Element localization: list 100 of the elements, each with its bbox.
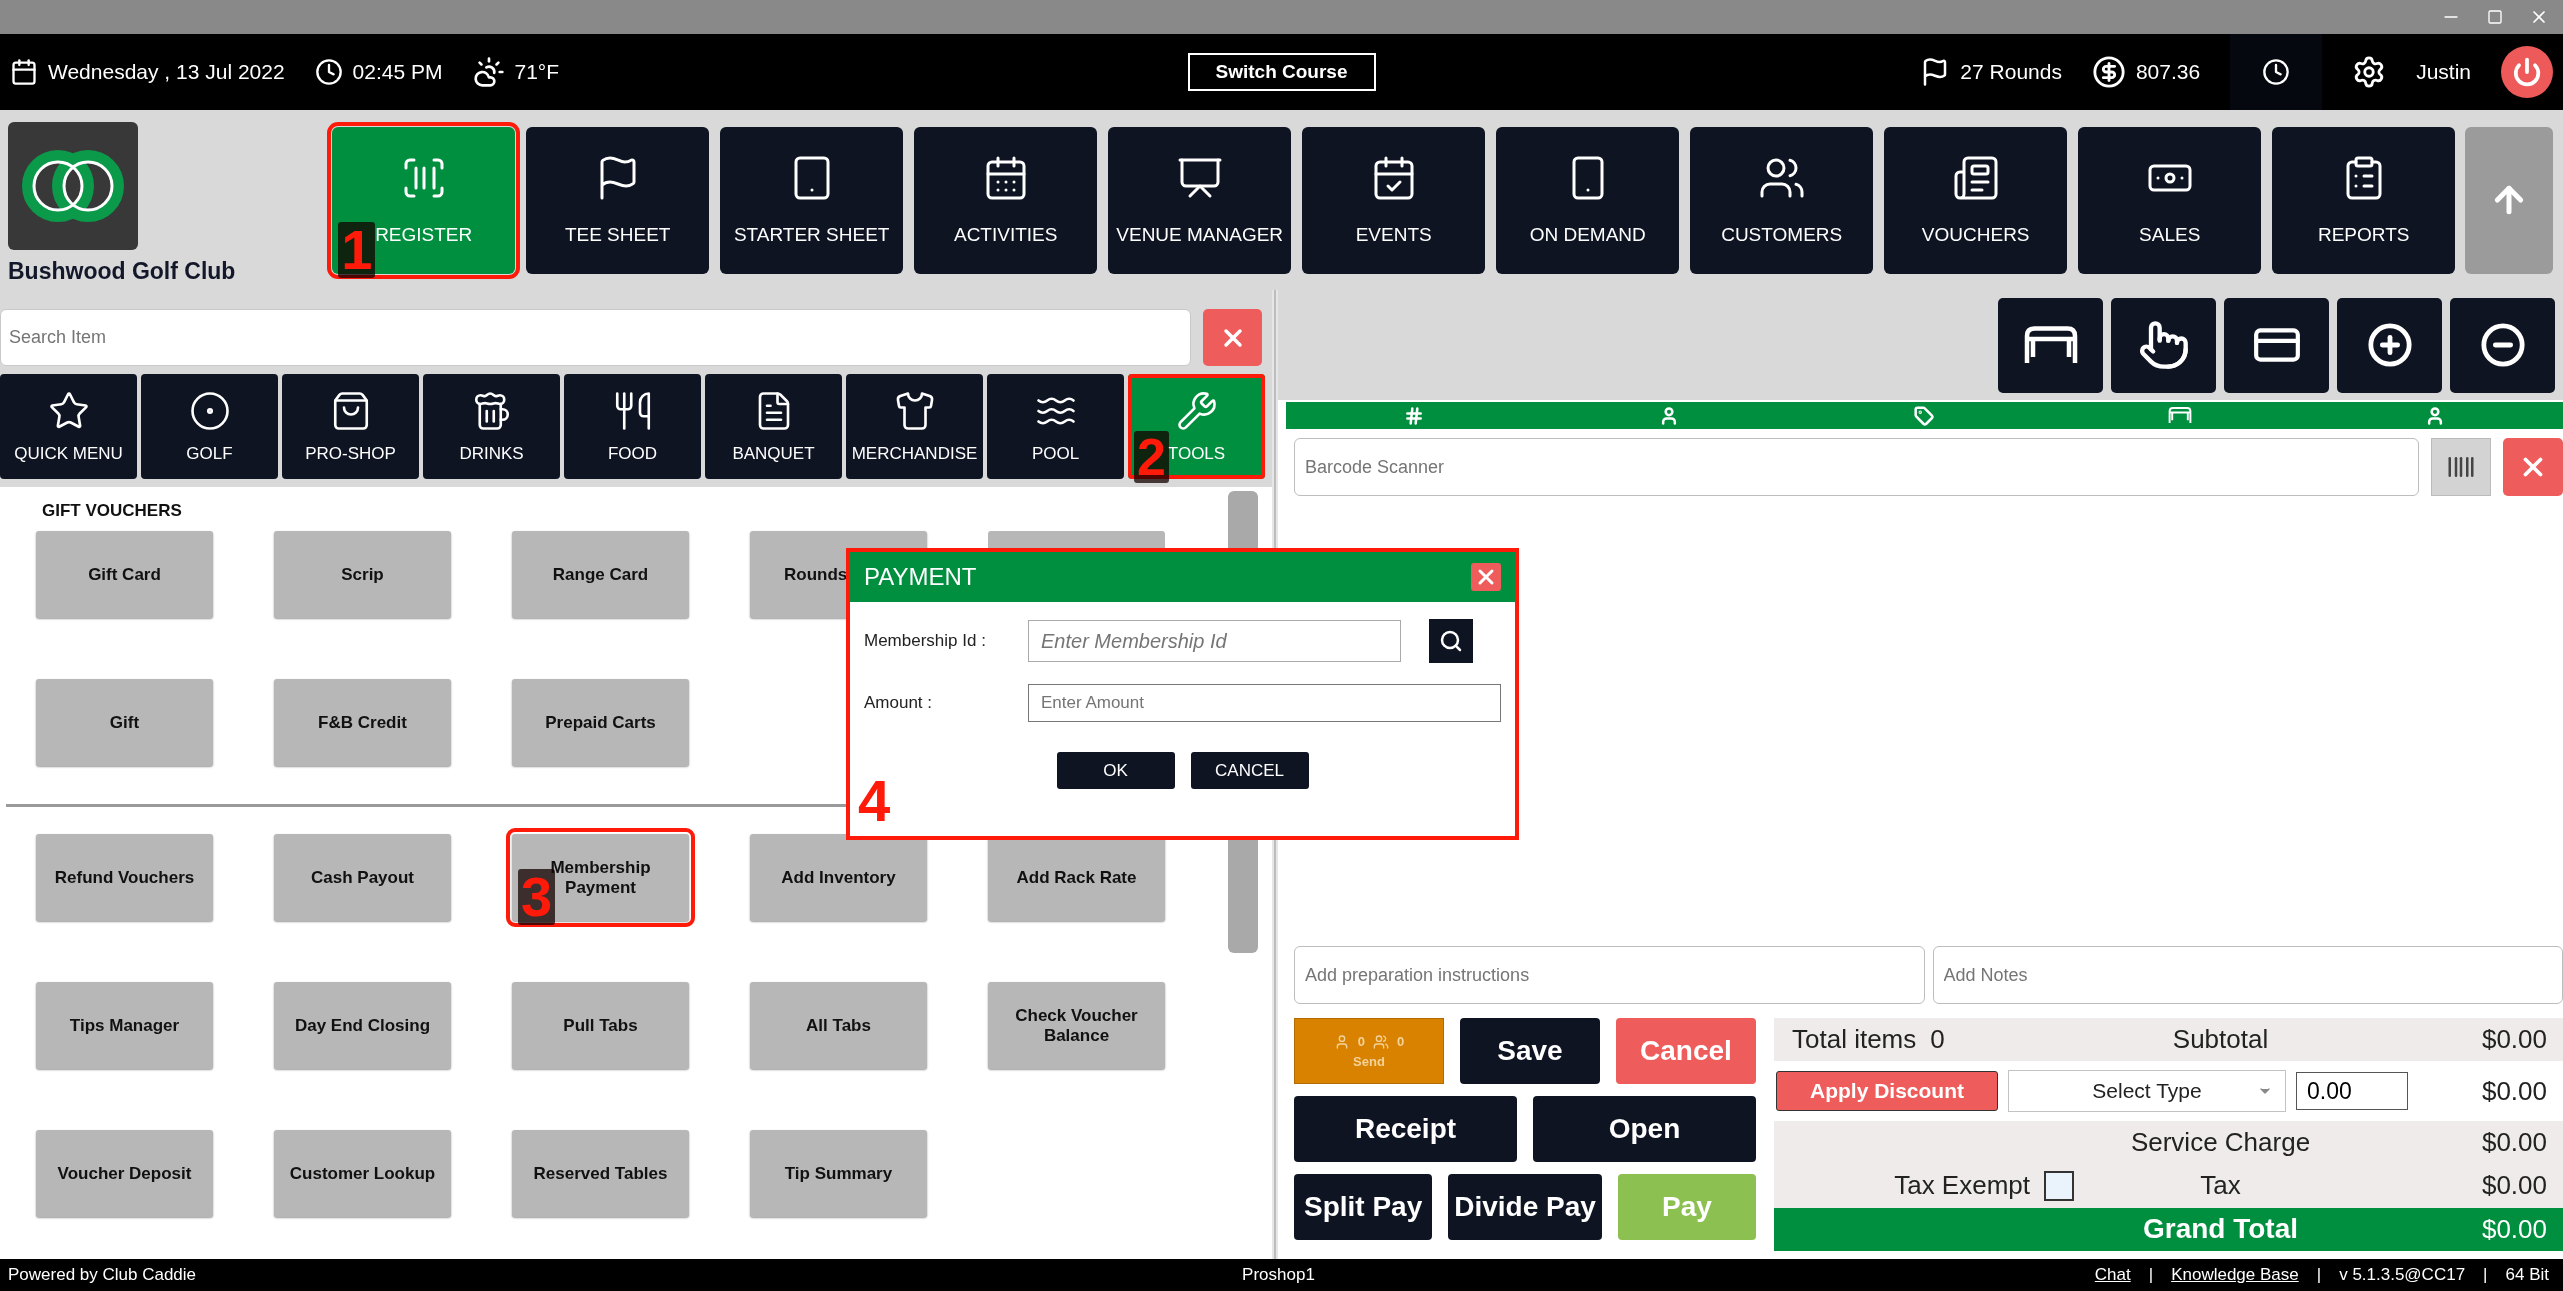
item-button[interactable]: Cash Payout <box>274 834 451 922</box>
rounds-count: 27 Rounds <box>1960 60 2062 84</box>
status-link[interactable]: Knowledge Base <box>2171 1265 2299 1285</box>
item-button[interactable]: Tips Manager <box>36 982 213 1070</box>
input-field[interactable]: Enter Amount <box>1028 684 1501 722</box>
category-tile[interactable]: POOL <box>987 374 1124 480</box>
item-button[interactable]: Tip Summary <box>750 1130 927 1218</box>
tax-label: Tax <box>2199 1170 2242 1202</box>
search-button[interactable] <box>1429 619 1473 663</box>
category-tile[interactable]: GOLF <box>141 374 278 480</box>
dialog-button[interactable]: CANCEL <box>1190 752 1309 789</box>
nav-tile[interactable]: VOUCHERS <box>1884 126 2068 274</box>
power-icon <box>2512 57 2542 87</box>
barcode-field[interactable]: Barcode Scanner <box>1294 438 2419 497</box>
nav-tile[interactable]: ON DEMAND <box>1496 126 1680 274</box>
item-button[interactable]: F&B Credit <box>274 679 451 767</box>
card-button[interactable] <box>2224 297 2329 393</box>
table-icon <box>2166 406 2193 425</box>
category-tile[interactable]: MERCHANDISE <box>846 374 983 480</box>
status-text: v 5.1.3.5@CC17 <box>2339 1265 2466 1285</box>
section-title: GIFT VOUCHERS <box>41 501 183 522</box>
minus-icon <box>2479 322 2526 368</box>
category-tile[interactable]: FOOD <box>564 374 701 480</box>
notes-field[interactable]: Add Notes <box>1932 946 2563 1004</box>
item-button[interactable]: Voucher Deposit <box>36 1130 213 1218</box>
tax-exempt-checkbox[interactable] <box>2044 1170 2074 1201</box>
category-tile[interactable]: DRINKS <box>423 374 560 480</box>
item-button[interactable]: Reserved Tables <box>512 1130 689 1218</box>
clock-button[interactable] <box>2230 34 2323 110</box>
item-button[interactable]: Customer Lookup <box>274 1130 451 1218</box>
item-button[interactable]: All Tabs <box>750 982 927 1070</box>
nav-tile[interactable]: ACTIVITIES <box>914 126 1098 274</box>
table-button[interactable] <box>1998 297 2103 393</box>
item-button[interactable]: Scrip <box>274 531 451 619</box>
item-button[interactable]: Gift Card <box>36 531 213 619</box>
action-button[interactable]: Open <box>1533 1096 1756 1162</box>
clock-icon <box>2262 58 2291 86</box>
search-field[interactable]: Search Item <box>0 309 1191 367</box>
discount-input[interactable]: 0.00 <box>2296 1072 2408 1111</box>
grand-total-amount: $0.00 <box>2480 1213 2547 1245</box>
annotation-number: 2 <box>1134 431 1169 484</box>
clear-search-button[interactable] <box>1203 309 1262 367</box>
total-items-count: 0 <box>1930 1024 1945 1056</box>
nav-tile[interactable]: CUSTOMERS <box>1690 126 1874 274</box>
input-field[interactable]: Enter Membership Id <box>1028 620 1401 662</box>
plus-icon <box>2366 322 2413 368</box>
annotation-number: 1 <box>338 221 376 278</box>
wrench-icon <box>1175 389 1218 432</box>
action-button[interactable]: Divide Pay <box>1448 1174 1602 1240</box>
nav-tile[interactable]: VENUE MANAGER <box>1108 126 1292 274</box>
discount-type-select[interactable]: Select Type <box>2008 1070 2286 1113</box>
item-button[interactable]: Add Inventory <box>750 834 927 922</box>
category-tile[interactable]: QUICK MENU <box>0 374 137 480</box>
time-text: 02:45 PM <box>352 60 443 84</box>
nav-tile[interactable]: EVENTS <box>1302 126 1486 274</box>
tax-exempt-label: Tax Exempt <box>1894 1170 2030 1202</box>
nav-tile[interactable]: REPORTS <box>2272 126 2456 274</box>
date-text: Wednesday , 13 Jul 2022 <box>48 60 285 84</box>
tap-button[interactable] <box>2111 297 2216 393</box>
remove-button[interactable] <box>2450 297 2555 393</box>
status-link[interactable]: Chat <box>2094 1265 2131 1285</box>
nav-tile[interactable]: TEE SHEET <box>526 126 710 274</box>
hash-icon <box>1403 405 1424 426</box>
item-button[interactable]: Gift <box>36 679 213 767</box>
subtotal-amount: $0.00 <box>2480 1024 2547 1056</box>
nav-tile[interactable]: STARTER SHEET <box>720 126 904 274</box>
balance-amount: 807.36 <box>2135 60 2201 84</box>
switch-course-button[interactable]: Switch Course <box>1187 53 1376 91</box>
item-button[interactable]: Refund Vouchers <box>36 834 213 922</box>
dialog-close-button[interactable] <box>1471 563 1501 591</box>
item-button[interactable]: Range Card <box>512 531 689 619</box>
maximize-icon[interactable] <box>2487 9 2503 25</box>
power-button[interactable] <box>2501 46 2553 98</box>
annotation-number: 3 <box>518 869 556 926</box>
item-button[interactable]: Pull Tabs <box>512 982 689 1070</box>
tag-icon <box>1914 405 1935 426</box>
action-button[interactable]: Receipt <box>1294 1096 1517 1162</box>
calendar-icon <box>10 58 38 86</box>
annotation-number: 4 <box>858 772 891 830</box>
separator-text: | <box>2148 1265 2154 1285</box>
item-button[interactable]: Check Voucher Balance <box>988 982 1165 1070</box>
scan-button[interactable] <box>2431 438 2491 497</box>
user-name: Justin <box>2416 60 2471 84</box>
pointer-icon <box>2137 319 2190 371</box>
powered-by-text: Powered by Club Caddie <box>8 1265 198 1285</box>
total-items-label: Total items <box>1792 1024 1917 1056</box>
action-button[interactable]: Save <box>1460 1018 1600 1084</box>
add-button[interactable] <box>2337 297 2442 393</box>
item-button[interactable]: Day End Closing <box>274 982 451 1070</box>
action-button[interactable]: Split Pay <box>1294 1174 1433 1240</box>
nav-tile[interactable]: SALES <box>2078 126 2262 274</box>
temperature-text: 71°F <box>514 60 560 84</box>
service-charge-amount: $0.00 <box>2480 1126 2547 1158</box>
clear-barcode-button[interactable] <box>2503 438 2563 497</box>
item-button[interactable]: Prepaid Carts <box>512 679 689 767</box>
preparation-field[interactable]: Add preparation instructions <box>1294 946 1925 1004</box>
dialog-button[interactable]: OK <box>1056 752 1175 789</box>
separator-text: | <box>2316 1265 2322 1285</box>
category-tile[interactable]: BANQUET <box>705 374 842 480</box>
category-tile[interactable]: PRO-SHOP <box>282 374 419 480</box>
